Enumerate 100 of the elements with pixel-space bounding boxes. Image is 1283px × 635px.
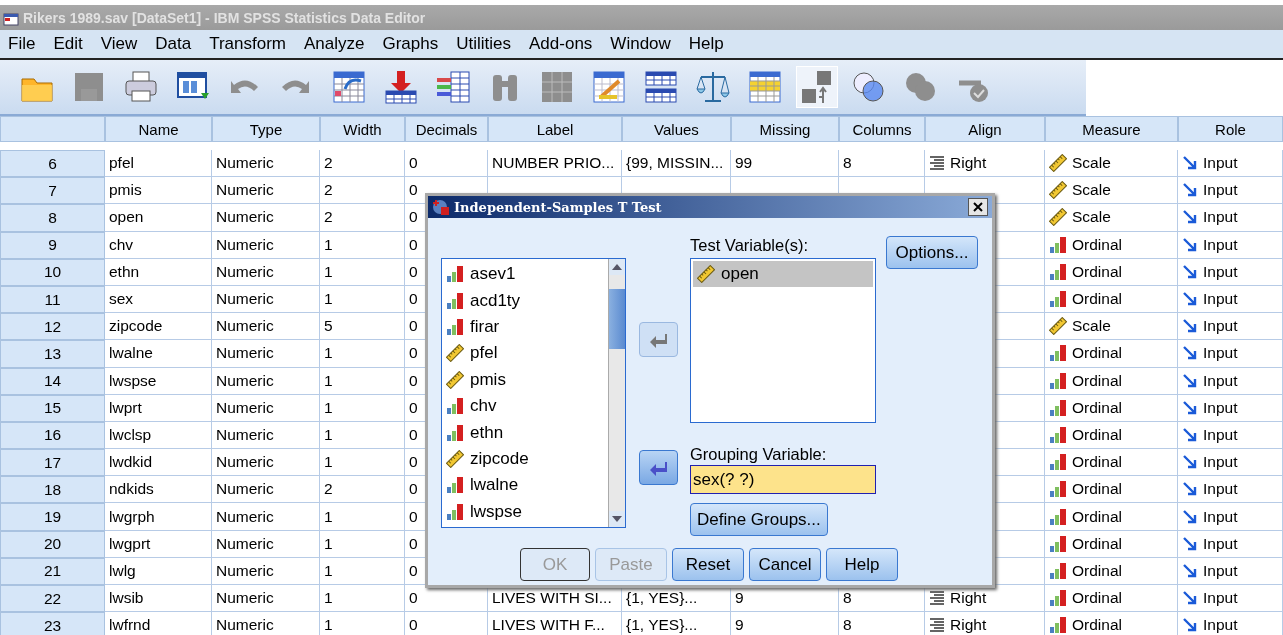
- diagonal-arrow-icon: [1182, 481, 1198, 498]
- bar-chart-icon: [1049, 262, 1067, 281]
- diagonal-arrow-icon: [1182, 426, 1198, 443]
- menu-item[interactable]: Data: [147, 34, 202, 54]
- row-number[interactable]: 20: [0, 530, 105, 558]
- menu-item[interactable]: Window: [602, 34, 681, 54]
- row-number[interactable]: 22: [0, 585, 105, 613]
- column-header[interactable]: Values: [622, 116, 731, 142]
- column-header[interactable]: Name: [105, 116, 212, 142]
- scroll-thumb[interactable]: [609, 289, 625, 349]
- row-number[interactable]: 13: [0, 340, 105, 368]
- table-cell: 0: [409, 344, 418, 363]
- bar-chart-icon: [1049, 453, 1067, 472]
- column-header[interactable]: Align: [925, 116, 1045, 142]
- table-cell: Input: [1203, 534, 1238, 553]
- list-item[interactable]: lwalne: [470, 475, 519, 496]
- menu-item[interactable]: Analyze: [296, 34, 375, 54]
- table-cell: Input: [1203, 154, 1238, 173]
- table-cell: Scale: [1072, 181, 1111, 200]
- dialog-button[interactable]: Reset: [672, 548, 744, 581]
- table-cell: Input: [1203, 290, 1238, 309]
- table-cell: lwlg: [109, 561, 136, 580]
- close-button[interactable]: [968, 198, 988, 216]
- row-number[interactable]: 9: [0, 231, 105, 259]
- row-number[interactable]: 23: [0, 612, 105, 635]
- table-cell: Input: [1203, 344, 1238, 363]
- list-item[interactable]: asev1: [470, 264, 516, 285]
- toolbar-button[interactable]: [796, 66, 838, 108]
- table-cell: Numeric: [216, 262, 274, 281]
- table-cell: 0: [409, 290, 418, 309]
- list-item[interactable]: open: [693, 261, 873, 287]
- row-number[interactable]: 17: [0, 449, 105, 477]
- diagonal-arrow-icon: [1182, 617, 1198, 634]
- table-cell: Input: [1203, 453, 1238, 472]
- bar-chart-icon: [1049, 507, 1067, 526]
- list-item[interactable]: ethn: [470, 422, 504, 443]
- table-cell: 1: [324, 561, 333, 580]
- row-number[interactable]: 15: [0, 394, 105, 422]
- column-header[interactable]: Decimals: [405, 116, 488, 142]
- menu-item[interactable]: View: [92, 34, 148, 54]
- table-cell: Scale: [1072, 154, 1111, 173]
- list-item[interactable]: lwspse: [470, 501, 522, 522]
- row-number[interactable]: 12: [0, 313, 105, 341]
- menu-item[interactable]: Utilities: [448, 34, 522, 54]
- scrollbar[interactable]: [608, 259, 625, 527]
- variable-list[interactable]: asev1 acd1ty firar pfel pmis chv ethn zipcode lwalne lwspse: [441, 258, 626, 528]
- row-number[interactable]: 11: [0, 285, 105, 314]
- row-number[interactable]: 7: [0, 177, 105, 205]
- align-right-icon: [929, 156, 945, 171]
- row-number[interactable]: 6: [0, 150, 105, 178]
- menu-item[interactable]: Transform: [201, 34, 296, 54]
- menu-item[interactable]: Edit: [45, 34, 93, 54]
- diagonal-arrow-icon: [1182, 399, 1198, 416]
- column-header[interactable]: Columns: [839, 116, 925, 142]
- dialog-button[interactable]: Cancel: [749, 548, 821, 581]
- table-cell: 1: [324, 616, 333, 635]
- list-item[interactable]: pfel: [470, 343, 498, 364]
- dialog-button[interactable]: Help: [826, 548, 898, 581]
- balance-scale-icon: [695, 69, 731, 105]
- column-header[interactable]: Width: [320, 116, 405, 142]
- menu-item[interactable]: Graphs: [374, 34, 449, 54]
- list-item[interactable]: chv: [470, 396, 497, 417]
- field-label: Grouping Variable:: [690, 445, 828, 465]
- row-number[interactable]: 16: [0, 421, 105, 450]
- row-number[interactable]: 8: [0, 204, 105, 232]
- bar-chart-icon: [1049, 589, 1067, 608]
- list-item[interactable]: firar: [470, 317, 500, 337]
- row-number[interactable]: 19: [0, 503, 105, 531]
- column-header[interactable]: Measure: [1045, 116, 1178, 142]
- diagonal-arrow-icon: [1182, 291, 1198, 308]
- row-number[interactable]: 18: [0, 476, 105, 504]
- row-number[interactable]: 10: [0, 258, 105, 286]
- menu-item[interactable]: File: [0, 34, 46, 54]
- input-field[interactable]: sex(? ?): [690, 465, 876, 494]
- list-item[interactable]: zipcode: [470, 449, 529, 470]
- column-header[interactable]: Missing: [731, 116, 839, 142]
- bar-chart-icon: [1049, 561, 1067, 580]
- define-groups-button[interactable]: Define Groups...: [690, 503, 828, 536]
- options-button[interactable]: Options...: [886, 236, 978, 269]
- test-variable-list[interactable]: open: [690, 258, 876, 423]
- table-cell: Numeric: [216, 507, 274, 526]
- row-number[interactable]: 21: [0, 557, 105, 585]
- table-cell: 0: [409, 589, 418, 608]
- align-right-icon: [929, 618, 945, 633]
- table-cell: Input: [1203, 317, 1238, 336]
- table-cell: 5: [324, 317, 333, 336]
- menu-item[interactable]: Help: [680, 34, 734, 54]
- row-number[interactable]: 14: [0, 367, 105, 395]
- table-cell: Numeric: [216, 480, 274, 499]
- spreadsheet-icon: [331, 69, 367, 105]
- column-header[interactable]: Role: [1178, 116, 1283, 142]
- scroll-down-icon[interactable]: [612, 516, 622, 522]
- diagonal-arrow-icon: [1182, 155, 1198, 172]
- list-item[interactable]: acd1ty: [470, 290, 521, 311]
- column-header[interactable]: Label: [488, 116, 622, 142]
- move-button[interactable]: [638, 450, 678, 485]
- menu-item[interactable]: Add-ons: [521, 34, 603, 54]
- column-header[interactable]: Type: [212, 116, 320, 142]
- scroll-up-icon[interactable]: [612, 264, 622, 270]
- list-item[interactable]: pmis: [470, 369, 506, 390]
